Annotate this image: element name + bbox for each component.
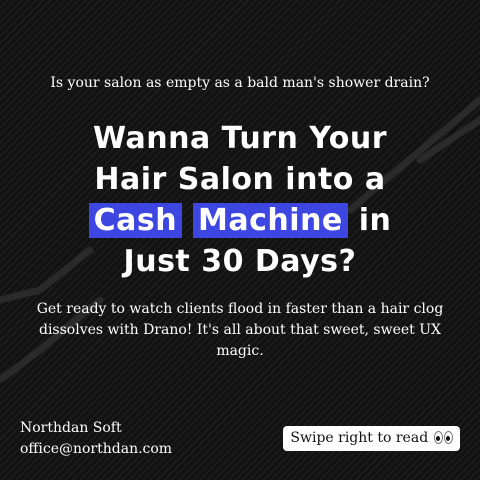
headline-line-2: Hair Salon into a <box>94 162 386 197</box>
brand-block: Northdan Soft office@northdan.com <box>20 418 172 460</box>
headline-line-4: Just 30 Days? <box>123 244 357 279</box>
swipe-right-button[interactable]: Swipe right to read <box>283 426 460 451</box>
body-copy: Get ready to watch clients flood in fast… <box>36 301 444 359</box>
kicker-question: Is your salon as empty as a bald man's s… <box>50 75 430 91</box>
brand-name: Northdan Soft <box>20 420 122 436</box>
headline-line-1: Wanna Turn Your <box>92 121 388 156</box>
highlight-machine: Machine <box>193 203 348 238</box>
headline-line-3: Cash Machine in <box>20 200 460 241</box>
eyes-emoji-icon <box>433 430 453 446</box>
headline-in: in <box>358 203 392 238</box>
swipe-label: Swipe right to read <box>290 430 429 446</box>
brand-email[interactable]: office@northdan.com <box>20 439 172 460</box>
highlight-cash: Cash <box>88 203 183 238</box>
headline: Wanna Turn Your Hair Salon into a Cash M… <box>20 118 460 282</box>
